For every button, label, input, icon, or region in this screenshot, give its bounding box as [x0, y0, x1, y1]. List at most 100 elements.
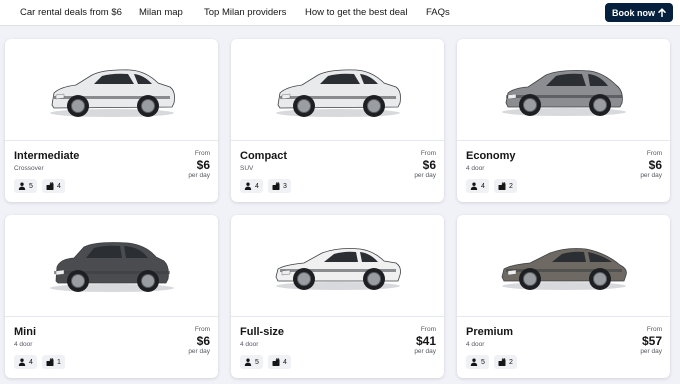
per-day-label: per day	[414, 172, 436, 179]
per-day-label: per day	[188, 172, 210, 179]
bags-count: 3	[283, 182, 287, 190]
car-image	[5, 215, 218, 316]
car-class-name: Compact	[240, 150, 288, 162]
card-divider	[5, 316, 218, 317]
card-divider	[5, 140, 218, 141]
car-headlight	[55, 269, 64, 275]
bags-count: 4	[57, 182, 61, 190]
bags-count: 4	[283, 358, 287, 366]
car-wheel-rim	[296, 98, 311, 113]
price: $6	[196, 334, 210, 348]
bags-chip: 1	[42, 355, 65, 369]
bags-chip: 4	[42, 179, 65, 193]
car-image	[457, 39, 670, 140]
nav-link-deals[interactable]: Car rental deals from $6	[20, 7, 122, 19]
seats-chip: 5	[14, 179, 37, 193]
car-headlight	[507, 93, 516, 99]
car-type: 4 door	[466, 341, 485, 348]
car-class-name: Economy	[466, 150, 516, 162]
from-label: From	[194, 326, 210, 333]
seats-count: 5	[481, 358, 485, 366]
bags-chip: 2	[494, 179, 517, 193]
luggage-icon	[272, 358, 280, 366]
car-class-name: Mini	[14, 326, 36, 338]
car-wheel-rim	[366, 98, 381, 113]
from-label: From	[646, 326, 662, 333]
nav-link-faqs[interactable]: FAQs	[426, 7, 450, 19]
car-wheel-rim	[70, 98, 85, 113]
seats-count: 4	[29, 358, 33, 366]
person-icon	[18, 358, 26, 366]
arrow-up-icon	[658, 8, 666, 17]
seats-count: 5	[255, 358, 259, 366]
price: $6	[422, 158, 436, 172]
per-day-label: per day	[640, 172, 662, 179]
bags-count: 2	[509, 358, 513, 366]
car-type: Crossover	[14, 165, 44, 172]
from-label: From	[646, 150, 662, 157]
car-type: 4 door	[466, 165, 485, 172]
per-day-label: per day	[188, 348, 210, 355]
person-icon	[470, 182, 478, 190]
bags-count: 1	[57, 358, 61, 366]
person-icon	[18, 182, 26, 190]
car-class-name: Intermediate	[14, 150, 80, 162]
car-image	[457, 215, 670, 316]
luggage-icon	[498, 358, 506, 366]
car-card-premium[interactable]: Premium 4 door From $57 per day 5 2	[457, 215, 670, 378]
card-divider	[231, 140, 444, 141]
seats-chip: 4	[240, 179, 263, 193]
card-divider	[457, 316, 670, 317]
person-icon	[244, 182, 252, 190]
car-card-economy[interactable]: Economy 4 door From $6 per day 4 2	[457, 39, 670, 202]
seats-chip: 5	[240, 355, 263, 369]
bags-chip: 4	[268, 355, 291, 369]
nav-link-providers[interactable]: Top Milan providers	[204, 7, 286, 19]
car-wheel-rim	[366, 271, 381, 286]
car-wheel-rim	[522, 271, 537, 286]
car-headlight	[281, 93, 290, 99]
car-card-full-size[interactable]: Full-size 4 door From $41 per day 5 4	[231, 215, 444, 378]
card-divider	[231, 316, 444, 317]
luggage-icon	[46, 358, 54, 366]
nav-link-best-deal[interactable]: How to get the best deal	[305, 7, 407, 19]
luggage-icon	[498, 182, 506, 190]
book-now-label: Book now	[612, 7, 655, 18]
car-class-name: Full-size	[240, 326, 285, 338]
bags-count: 2	[509, 182, 513, 190]
person-icon	[470, 358, 478, 366]
car-image	[231, 215, 444, 316]
nav-link-map[interactable]: Milan map	[139, 7, 183, 19]
seats-count: 5	[29, 182, 33, 190]
car-headlight	[281, 269, 290, 275]
car-headlight	[55, 93, 64, 99]
car-card-mini[interactable]: Mini 4 door From $6 per day 4 1	[5, 215, 218, 378]
luggage-icon	[46, 182, 54, 190]
seats-count: 4	[481, 182, 485, 190]
seats-chip: 4	[14, 355, 37, 369]
price: $6	[196, 158, 210, 172]
car-wheel-rim	[140, 98, 155, 113]
price: $57	[641, 334, 662, 348]
seats-chip: 4	[466, 179, 489, 193]
car-type: SUV	[240, 165, 254, 172]
car-wheel-rim	[70, 273, 85, 288]
car-class-name: Premium	[466, 326, 514, 338]
car-type: 4 door	[240, 341, 259, 348]
per-day-label: per day	[414, 348, 436, 355]
car-wheel-rim	[592, 271, 607, 286]
from-label: From	[420, 150, 436, 157]
card-divider	[457, 140, 670, 141]
car-wheel-rim	[592, 97, 607, 112]
car-card-compact[interactable]: Compact SUV From $6 per day 4 3	[231, 39, 444, 202]
car-wheel-rim	[296, 271, 311, 286]
car-wheel-rim	[522, 97, 537, 112]
car-card-intermediate[interactable]: Intermediate Crossover From $6 per day 5…	[5, 39, 218, 202]
from-label: From	[194, 150, 210, 157]
car-image	[231, 39, 444, 140]
bags-chip: 2	[494, 355, 517, 369]
seats-count: 4	[255, 182, 259, 190]
seats-chip: 5	[466, 355, 489, 369]
luggage-icon	[272, 182, 280, 190]
book-now-button[interactable]: Book now	[605, 3, 673, 22]
